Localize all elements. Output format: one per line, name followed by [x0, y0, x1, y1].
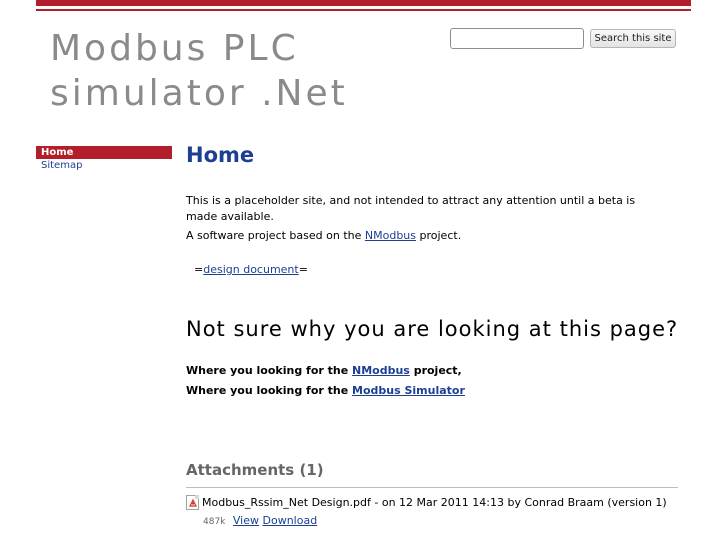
sidebar-item-home[interactable]: Home [36, 146, 172, 159]
attachment-meta: 487k View Download [203, 513, 317, 530]
site-title-line2: simulator .Net [50, 73, 348, 114]
site-title[interactable]: Modbus PLC simulator .Net [50, 26, 410, 116]
attachments-title: Attachments (1) [186, 461, 324, 479]
question-line-simulator: Where you looking for the Modbus Simulat… [186, 383, 465, 399]
attachments-divider [186, 487, 678, 488]
page-title: Home [186, 143, 255, 167]
project-text-suffix: project. [416, 229, 462, 242]
design-doc-paragraph: =design document= [194, 262, 308, 278]
question1-prefix: Where you looking for the [186, 364, 353, 377]
project-paragraph: A software project based on the NModbus … [186, 228, 461, 244]
attachment-view-link[interactable]: View [233, 514, 259, 527]
sidebar-item-sitemap[interactable]: Sitemap [36, 159, 172, 172]
design-doc-prefix: = [194, 263, 204, 276]
pdf-file-icon [186, 495, 199, 510]
site-title-line1: Modbus PLC [50, 28, 299, 69]
section-heading: Not sure why you are looking at this pag… [186, 317, 679, 341]
intro-paragraph: This is a placeholder site, and not inte… [186, 194, 636, 223]
modbus-simulator-link[interactable]: Modbus Simulator [352, 384, 465, 397]
question1-suffix: project, [409, 364, 462, 377]
search-input[interactable] [450, 28, 584, 49]
nmodbus-link[interactable]: NModbus [365, 229, 416, 242]
header-top-bar [36, 0, 691, 6]
attachment-line: Modbus_Rssim_Net Design.pdf - on 12 Mar … [202, 495, 667, 510]
sidebar-nav: Home Sitemap [36, 146, 172, 172]
design-document-link[interactable]: design document [203, 263, 299, 276]
attachment-info: - on 12 Mar 2011 14:13 by Conrad Braam (… [370, 496, 667, 509]
search-button[interactable]: Search this site [590, 29, 676, 48]
attachment-filename: Modbus_Rssim_Net Design.pdf [202, 496, 371, 509]
question2-prefix: Where you looking for the [186, 384, 353, 397]
design-doc-suffix: = [298, 263, 308, 276]
nmodbus-project-link[interactable]: NModbus [352, 364, 410, 377]
header-thin-bar [36, 9, 691, 11]
attachment-size: 487k [203, 517, 226, 527]
attachment-download-link[interactable]: Download [263, 514, 318, 527]
project-text-prefix: A software project based on the [186, 229, 365, 242]
question-line-nmodbus: Where you looking for the NModbus projec… [186, 363, 462, 379]
